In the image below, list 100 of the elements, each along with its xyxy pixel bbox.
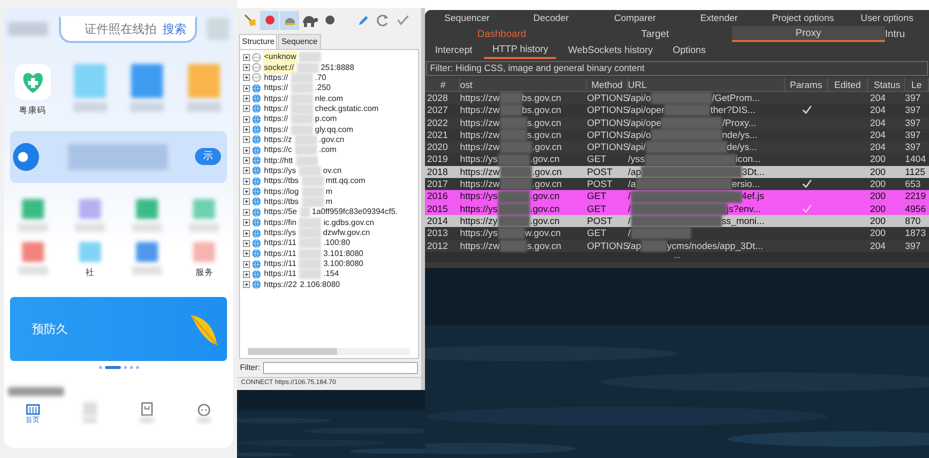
- tree-item[interactable]: https://: [263, 124, 290, 136]
- tab[interactable]: Intru: [884, 26, 929, 42]
- tab[interactable]: Structure: [239, 34, 278, 49]
- table-cell: .gov.cn: [530, 190, 560, 203]
- table-cell: https://zw: [460, 141, 500, 154]
- tree-item[interactable]: https://c: [263, 144, 294, 156]
- tab[interactable]: Sequence: [278, 34, 320, 49]
- tab[interactable]: Project options: [761, 10, 845, 26]
- tree-item-text: gly.qq.com: [315, 124, 354, 136]
- tab[interactable]: Sequencer: [425, 10, 509, 26]
- column-header[interactable]: Params: [785, 78, 828, 92]
- table-row[interactable]: 2020 https://zw .gov.cn OPTIONS/api/ de/ys... 204 397: [425, 141, 929, 154]
- tab[interactable]: WebSockets history: [560, 43, 661, 59]
- tree-item[interactable]: https://11: [263, 268, 298, 280]
- table-cell-text: 653: [905, 178, 922, 190]
- table-cell: .gov.cn: [530, 202, 560, 215]
- tree-item-text: 1a0ff959fc83e09394cf5.: [312, 206, 398, 218]
- table-row[interactable]: 2012 https://zw s.gov.cn OPTIONS/ap ycms/nodes/app_3Dt... 204 397: [425, 240, 929, 252]
- app-label: 粤康码: [19, 104, 46, 117]
- table-cell: https://ys: [460, 190, 498, 203]
- tab[interactable]: Options: [664, 43, 714, 59]
- table-row[interactable]: 2018 https://zw .gov.cn POST /ap 3Dt... 200 1125: [425, 166, 929, 178]
- table-row[interactable]: 2019 https://ys .gov.cn GET /yss icon... 200 1404: [425, 153, 929, 166]
- table-row[interactable]: 2014 https://zy .gov.cn POST / ss_moni... 200 870: [425, 214, 929, 228]
- table-cell-text: 204: [869, 116, 887, 129]
- column-header[interactable]: Status: [868, 78, 905, 92]
- tab[interactable]: Comparer: [593, 10, 677, 26]
- table-cell-text: 2018: [426, 166, 449, 178]
- table-cell-text: 397: [905, 116, 922, 129]
- tree-item[interactable]: https://11: [263, 258, 298, 270]
- table-cell: https://zw: [460, 116, 500, 129]
- tree-item[interactable]: https://fin: [263, 216, 298, 229]
- table-cell-text: 200: [869, 178, 887, 190]
- tree-item[interactable]: socket://: [263, 62, 295, 74]
- tree-item[interactable]: https://log: [263, 186, 300, 198]
- table-cell: /api/ope: [628, 116, 662, 129]
- table-row[interactable]: 2015 https://ys .gov.cn GET / js?env... 200 4956: [425, 202, 929, 215]
- tree-item[interactable]: https://ys: [263, 227, 298, 240]
- table-row[interactable]: 2017 https://zw .gov.cn POST /a ersio... 200 653: [425, 178, 929, 190]
- filter-bar[interactable]: Filter: Hiding CSS, image and general binary content: [426, 61, 928, 76]
- tree-item[interactable]: http://htt: [263, 154, 294, 167]
- tree-item-text: m: [326, 196, 332, 208]
- table-cell: .gov.cn: [532, 178, 562, 190]
- table-cell: /: [628, 214, 631, 228]
- column-header[interactable]: Method: [587, 78, 628, 92]
- tree-item-text: 2.106:8080: [300, 278, 340, 291]
- tab[interactable]: Extender: [677, 10, 761, 26]
- tree-item[interactable]: https://tbs: [263, 196, 300, 208]
- table-cell-text: 204: [869, 240, 887, 252]
- table-cell: 4ef.js: [742, 190, 764, 203]
- column-header[interactable]: #: [425, 78, 460, 92]
- tree-item[interactable]: https://tbs: [263, 175, 300, 188]
- tree-item[interactable]: <unknow: [263, 51, 298, 64]
- app-label: 社: [85, 266, 94, 278]
- tree-item[interactable]: https://: [263, 113, 290, 126]
- tab[interactable]: User options: [845, 10, 929, 26]
- tab[interactable]: Target: [578, 26, 732, 42]
- tree-item[interactable]: https://: [263, 82, 290, 94]
- table-cell: https://zw: [460, 178, 500, 190]
- table-row[interactable]: 2016 https://ys .gov.cn GET / 4ef.js 200 2219: [425, 190, 929, 203]
- table-cell-text: 204: [869, 141, 887, 154]
- tree-item-text: ov.cn: [323, 164, 342, 177]
- table-cell: /ap: [628, 166, 642, 178]
- table-row[interactable]: 2022 https://zw s.gov.cn OPTIONS/api/ope /Proxy... 204 397: [425, 116, 929, 129]
- table-cell-text: 2020: [426, 141, 449, 154]
- table-cell: https://ys: [460, 202, 498, 215]
- tree-item[interactable]: https://11: [263, 248, 298, 260]
- tab[interactable]: Decoder: [509, 10, 593, 26]
- table-cell-text: 1404: [905, 153, 927, 166]
- table-row[interactable]: 2013 https://ys w.gov.cn GET / 200 1873: [425, 227, 929, 240]
- tree-item[interactable]: https://22: [263, 278, 298, 291]
- search-bar[interactable]: 证件照在线拍 搜索: [58, 16, 196, 42]
- table-row[interactable]: 2028 https://zw bs.gov.cn OPTIONS/api/o /GetProm... 204 397: [425, 92, 929, 104]
- column-header[interactable]: Edited: [828, 78, 868, 92]
- table-cell-text: 2017: [426, 178, 449, 190]
- splitter-handle[interactable]: ...: [425, 252, 929, 262]
- tree-item[interactable]: https://z: [263, 134, 294, 146]
- tab[interactable]: HTTP history: [484, 43, 556, 59]
- table-cell: ther?DIS...: [710, 104, 756, 117]
- search-field[interactable]: 证件照在线拍: [84, 20, 162, 38]
- tree-item-text: ic.gdbs.gov.cn: [323, 216, 374, 229]
- tree-item-text: mtt.qq.com: [326, 175, 366, 188]
- tree-item[interactable]: https://: [263, 72, 290, 84]
- table-row[interactable]: 2021 https://zw s.gov.cn OPTIONS/api/o nde/ys... 204 397: [425, 128, 929, 142]
- tree-item[interactable]: https://ys: [263, 164, 298, 177]
- table-cell-text: 2015: [426, 202, 449, 215]
- column-header[interactable]: Le: [905, 78, 929, 92]
- tree-item-text: .70: [315, 72, 326, 84]
- promo-text: 预防久: [32, 320, 68, 338]
- tab[interactable]: Intercept: [427, 43, 480, 59]
- banner-button[interactable]: 示: [195, 148, 221, 166]
- tab[interactable]: Proxy: [732, 26, 885, 42]
- tree-item[interactable]: https://5e: [263, 206, 298, 218]
- table-row[interactable]: 2027 https://zw bs.gov.cn OPTIONS/api/oper ther?DIS... 204 397: [425, 104, 929, 117]
- tree-item[interactable]: https://: [263, 102, 290, 115]
- search-button[interactable]: 搜索: [162, 20, 186, 38]
- table-cell: 3Dt...: [742, 166, 764, 178]
- tree-item[interactable]: https://: [263, 92, 290, 105]
- table-cell: OPTIONS: [587, 240, 628, 252]
- tree-item[interactable]: https://11: [263, 237, 298, 250]
